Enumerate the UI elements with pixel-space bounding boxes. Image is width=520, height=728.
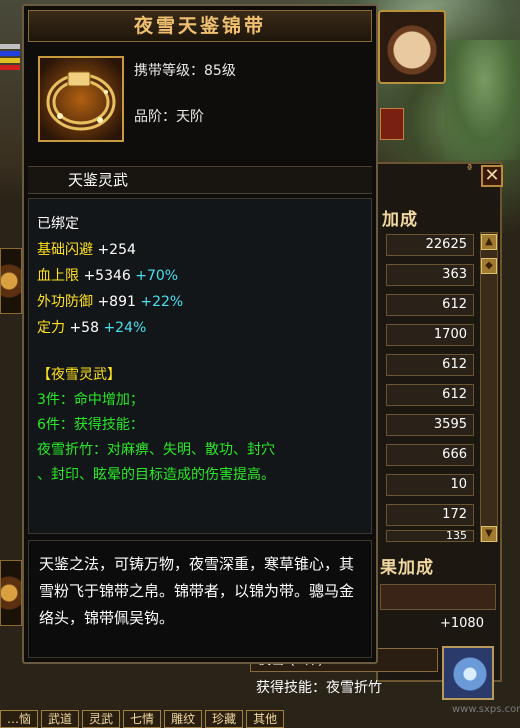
set-bonus-bar [380, 584, 496, 610]
bonus-value: 1700 [386, 324, 474, 346]
equipment-slot-left[interactable] [0, 560, 22, 626]
set-bonus-title: 果加成 [380, 558, 434, 578]
bonus-value: 10 [386, 474, 474, 496]
ice-skill-icon[interactable] [442, 646, 494, 700]
item-grade: 品阶：天阶 [134, 109, 204, 125]
set-bonus-block: 【夜雪灵武】 3件：命中增加； 6件：获得技能： 夜雪折竹：对麻痹、失明、散功、… [37, 363, 371, 488]
stat-pct: +70% [135, 268, 179, 284]
tab-qiqing[interactable]: 七情 [123, 710, 162, 728]
bonus-value: 612 [386, 294, 474, 316]
bonus-value: 612 [386, 354, 474, 376]
stat-row: 定力 +58 +24% [37, 315, 371, 341]
item-description: 天鉴之法，可铸万物，夜雪深重，寒草锥心，其雪粉飞于锦带之帛。锦带者，以锦为带。骢… [28, 540, 372, 658]
set-line: 、封印、眩晕的目标造成的伤害提高。 [37, 467, 275, 483]
tab-qita[interactable]: 其他 [246, 710, 285, 728]
item-category: 天鉴灵武 [28, 166, 372, 194]
bonus-value: 135 [386, 530, 474, 542]
player-status-bars [0, 44, 20, 80]
bonus-title: 加成 [382, 210, 418, 230]
scroll-down-icon[interactable]: ▼ [481, 526, 497, 542]
scroll-up-icon[interactable]: ▲ [481, 234, 497, 250]
bonus-value: 22625 [386, 234, 474, 256]
bonus-value: 666 [386, 444, 474, 466]
stat-flat: +891 [97, 294, 136, 310]
tab-0[interactable]: …恼 [0, 710, 39, 728]
set-line: 3件：命中增加； [37, 392, 144, 408]
item-attributes: 已绑定 基础闪避 +254 血上限 +5346 +70% 外功防御 +891 +… [28, 198, 372, 534]
stat-name: 血上限 [37, 268, 79, 284]
watermark: www.sxps.com [452, 704, 520, 715]
bonus-value: 172 [386, 504, 474, 526]
stat-name: 定力 [37, 320, 65, 336]
equipment-slot-left[interactable] [0, 248, 22, 314]
scene-decoration [380, 108, 404, 140]
stat-flat: +254 [97, 242, 136, 258]
stat-name: 基础闪避 [37, 242, 93, 258]
set-name: 【夜雪灵武】 [37, 367, 121, 383]
stat-row: 血上限 +5346 +70% [37, 263, 371, 289]
stat-pct: +22% [140, 294, 184, 310]
stat-name: 外功防御 [37, 294, 93, 310]
set-line: 6件：获得技能： [37, 417, 144, 433]
bonus-value: 3595 [386, 414, 474, 436]
item-title: 夜雪天鉴锦带 [28, 10, 372, 42]
tab-diaowen[interactable]: 雕纹 [164, 710, 203, 728]
scroll-thumb-icon[interactable]: ◆ [481, 258, 497, 274]
bonus-value: 363 [386, 264, 474, 286]
npc-portrait [378, 10, 446, 84]
bottom-tab-bar: …恼 武道 灵武 七情 雕纹 珍藏 其他 [0, 710, 400, 728]
set-bonus-total: +1080 [440, 616, 484, 631]
corner-glyph: ª [467, 162, 473, 175]
bonus-value: 612 [386, 384, 474, 406]
item-tooltip: 夜雪天鉴锦带 携带等级：85级 品阶：天阶 天鉴灵武 已绑定 基础闪避 +254 [22, 4, 378, 664]
golden-belt-icon [38, 56, 124, 142]
bound-status: 已绑定 [37, 216, 79, 232]
stat-row: 外功防御 +891 +22% [37, 289, 371, 315]
stat-row: 基础闪避 +254 [37, 237, 371, 263]
tab-wudao[interactable]: 武道 [41, 710, 80, 728]
tab-lingwu[interactable]: 灵武 [82, 710, 121, 728]
stat-flat: +58 [69, 320, 99, 336]
stat-flat: +5346 [83, 268, 131, 284]
close-icon[interactable]: ✕ [481, 165, 503, 187]
tab-zhencang[interactable]: 珍藏 [205, 710, 244, 728]
set-skill-label: 获得技能：夜雪折竹 [256, 680, 382, 696]
set-line: 夜雪折竹：对麻痹、失明、散功、封穴 [37, 442, 275, 458]
carry-level: 携带等级：85级 [134, 63, 236, 79]
stat-pct: +24% [103, 320, 147, 336]
scrollbar[interactable] [480, 232, 498, 542]
tree-scenery [444, 40, 520, 160]
